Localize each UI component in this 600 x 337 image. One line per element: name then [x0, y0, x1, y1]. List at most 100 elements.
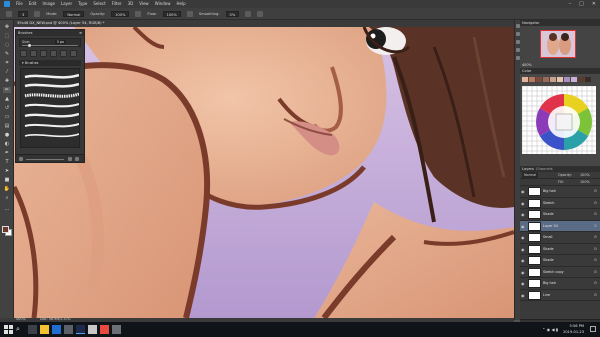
maximize-icon[interactable]: □	[579, 0, 584, 8]
brush-stroke-preview[interactable]	[24, 92, 79, 98]
layer-row[interactable]: ◉ Shade ⊙	[520, 209, 600, 221]
color-wheel-area[interactable]	[522, 86, 596, 154]
shape-icon[interactable]: ■	[3, 177, 11, 183]
visibility-eye-icon[interactable]: ◉	[521, 258, 525, 263]
eyedropper-icon[interactable]: ⁄	[3, 69, 11, 75]
pressure-opacity-icon[interactable]	[135, 10, 142, 17]
minimize-icon[interactable]: –	[569, 0, 572, 8]
file-explorer-icon[interactable]	[40, 325, 49, 334]
brush-stroke-preview[interactable]	[24, 112, 79, 118]
brush-preset-tile[interactable]	[30, 50, 37, 57]
navigator-zoom[interactable]: 400%	[522, 63, 532, 67]
search-icon[interactable]: ⌕	[16, 325, 25, 334]
layer-row[interactable]: ◉ Small ⊙	[520, 232, 600, 244]
pressure-size-icon[interactable]	[257, 10, 264, 17]
visibility-eye-icon[interactable]: ◉	[521, 235, 525, 240]
color-swatch[interactable]	[522, 77, 528, 82]
visibility-eye-icon[interactable]: ◉	[521, 201, 525, 206]
brush-stroke-preview[interactable]	[24, 102, 79, 108]
taskbar-clock[interactable]: 5:56 PM 2019-01-23	[563, 323, 584, 335]
brush-stroke-preview[interactable]	[24, 73, 79, 79]
photoshop-taskbar-icon[interactable]	[76, 325, 85, 334]
more-tools-icon[interactable]: …	[3, 206, 11, 212]
document-canvas[interactable]	[14, 27, 514, 318]
color-swatch[interactable]	[529, 77, 535, 82]
document-tab[interactable]: 39x46 DX_NEW.psd @ 400% (Layer 54, RGB/8…	[14, 20, 514, 27]
color-swatch[interactable]	[543, 77, 549, 82]
pen-icon[interactable]: ✒	[3, 150, 11, 156]
crop-icon[interactable]: ⌗	[3, 60, 11, 66]
brush-stroke-preview[interactable]	[24, 133, 79, 138]
color-swatch[interactable]	[564, 77, 570, 82]
layer-row[interactable]: ◉ Sketch copy ⊙	[520, 267, 600, 278]
brush-preset-tile[interactable]	[20, 50, 27, 57]
blend-mode-select[interactable]: Normal	[522, 172, 539, 179]
history-brush-icon[interactable]: ↺	[3, 105, 11, 111]
menu-filter[interactable]: Filter	[112, 0, 122, 8]
system-tray-icons[interactable]: ⌃ ◉ ◀ ▮	[542, 327, 558, 332]
brush-stroke-preview[interactable]	[24, 123, 79, 128]
layer-row[interactable]: ◉ Shade ⊙	[520, 255, 600, 267]
brush-preset-tile[interactable]	[50, 50, 57, 57]
healing-icon[interactable]: ✚	[3, 78, 11, 84]
visibility-eye-icon[interactable]: ◉	[521, 293, 525, 298]
type-icon[interactable]: T	[3, 159, 11, 165]
brushes-panel-header[interactable]: Brushes ≡	[16, 30, 84, 36]
menu-window[interactable]: Window	[155, 0, 171, 8]
preview-size-slider[interactable]	[26, 159, 64, 160]
color-swatch[interactable]	[557, 77, 563, 82]
brush-preset-tile[interactable]	[40, 50, 47, 57]
layer-row[interactable]: ◉ Sketch ⊙	[520, 198, 600, 209]
task-view-icon[interactable]	[28, 325, 37, 334]
visibility-eye-icon[interactable]: ◉	[521, 212, 525, 217]
zoom-icon[interactable]: ⌕	[3, 195, 11, 201]
visibility-eye-icon[interactable]: ◉	[521, 281, 525, 286]
delete-brush-icon[interactable]	[75, 157, 79, 161]
visibility-eye-icon[interactable]: ◉	[521, 270, 525, 275]
navigator-thumbnail[interactable]	[540, 30, 576, 58]
move-icon[interactable]: ✥	[3, 24, 11, 30]
path-select-icon[interactable]: ➤	[3, 168, 11, 174]
foreground-color-swatch[interactable]	[2, 226, 9, 233]
brush-stroke-list[interactable]	[20, 68, 80, 148]
layer-row[interactable]: ◉ Shade ⊙	[520, 244, 600, 255]
quick-select-icon[interactable]: ✎	[3, 51, 11, 57]
menu-layer[interactable]: Layer	[61, 0, 72, 8]
store-icon[interactable]	[64, 325, 73, 334]
brush-size-input[interactable]: 3 px	[54, 40, 66, 44]
windows-start-icon[interactable]	[4, 325, 13, 334]
close-icon[interactable]: ✕	[592, 0, 596, 8]
color-swatch[interactable]	[585, 77, 591, 82]
smoothing-field[interactable]: 0%	[225, 10, 240, 17]
menu-view[interactable]: View	[139, 0, 149, 8]
color-swatch[interactable]	[571, 77, 577, 82]
marquee-icon[interactable]: ⬚	[3, 33, 11, 39]
gradient-icon[interactable]: ▤	[3, 123, 11, 129]
color-swatch[interactable]	[536, 77, 542, 82]
brush-stroke-preview[interactable]	[24, 82, 79, 88]
color-wheel[interactable]	[536, 94, 592, 150]
layer-row[interactable]: ◉ Layer 54 ⊙	[520, 220, 600, 232]
color-swatch[interactable]	[578, 77, 584, 82]
brush-preset-tile[interactable]	[70, 50, 77, 57]
notifications-icon[interactable]	[590, 326, 596, 332]
airbrush-icon[interactable]	[186, 10, 193, 17]
lasso-icon[interactable]: ◌	[3, 42, 11, 48]
taskbar-app-icon[interactable]	[112, 325, 121, 334]
color-swatch[interactable]	[550, 77, 556, 82]
mode-select[interactable]: Normal	[63, 10, 85, 17]
smoothing-gear-icon[interactable]	[245, 10, 252, 17]
menu-file[interactable]: File	[16, 0, 23, 8]
brush-size-field[interactable]: 3	[18, 10, 29, 17]
brush-view-icon[interactable]	[19, 157, 23, 161]
new-brush-icon[interactable]	[68, 157, 72, 161]
visibility-eye-icon[interactable]: ◉	[521, 224, 525, 229]
visibility-eye-icon[interactable]: ◉	[521, 189, 525, 194]
panel-menu-icon[interactable]: ≡	[79, 30, 82, 36]
menu-help[interactable]: Help	[176, 0, 185, 8]
menu-image[interactable]: Image	[42, 0, 55, 8]
visibility-eye-icon[interactable]: ◉	[521, 247, 525, 252]
brush-preset-tile[interactable]	[60, 50, 67, 57]
taskbar-app-icon[interactable]	[100, 325, 109, 334]
menu-3d[interactable]: 3D	[128, 0, 134, 8]
